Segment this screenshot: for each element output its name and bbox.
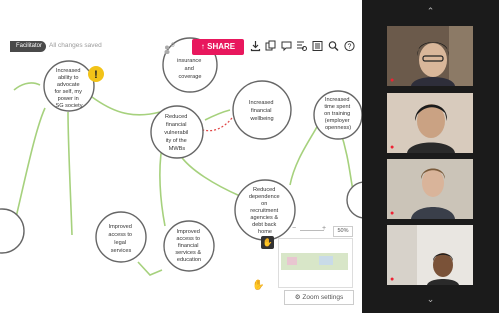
node-label: Reduced dependence on recruitment agenci…	[249, 187, 281, 235]
download-icon[interactable]	[250, 40, 261, 52]
node-label: Increased time spent on training (employ…	[324, 97, 352, 131]
minimap[interactable]	[278, 238, 353, 288]
participant-tile[interactable]: ●	[387, 26, 473, 86]
help-icon[interactable]: ?	[344, 40, 355, 52]
participant-tile[interactable]: ●	[387, 225, 473, 285]
connector	[204, 109, 231, 121]
mic-muted-icon: ●	[390, 144, 395, 151]
node-label: Improved access to financial services & …	[175, 229, 202, 263]
node-label: Increased financial wellbeing	[249, 100, 275, 122]
mic-muted-icon: ●	[390, 276, 395, 283]
comment-icon[interactable]	[281, 40, 292, 52]
zoom-in-button[interactable]: +	[322, 225, 326, 232]
participant-tile[interactable]: ●	[387, 93, 473, 153]
svg-text:?: ?	[348, 44, 352, 51]
zoom-settings-button[interactable]: ⚙ Zoom settings	[284, 290, 354, 305]
search-icon[interactable]	[328, 40, 339, 52]
mind-map-app: ! Increased ability to advocate for self…	[0, 0, 362, 313]
dashed-connector	[202, 117, 233, 132]
alert-symbol: !	[94, 69, 98, 81]
connector	[67, 111, 73, 236]
user-icon	[164, 41, 170, 54]
zoom-out-button[interactable]: −	[292, 225, 296, 232]
chevron-down-icon[interactable]: ⌄	[362, 294, 499, 305]
upload-icon: ↑	[200, 42, 205, 51]
connector	[91, 96, 161, 116]
hand-cursor-icon: ✋	[252, 280, 265, 291]
connector	[179, 154, 241, 197]
mic-muted-icon: ●	[390, 210, 395, 217]
save-status: All changes saved	[49, 42, 102, 49]
minimap-block	[287, 257, 297, 265]
share-button[interactable]: ↑ SHARE	[192, 39, 244, 55]
share-label: SHARE	[207, 42, 236, 51]
participant-tile[interactable]: ●	[387, 159, 473, 219]
gear-icon: ⚙	[294, 294, 301, 301]
facilitator-badge[interactable]: Facilitator	[10, 41, 47, 52]
hand-tool-icon[interactable]: ✋	[261, 236, 274, 249]
user-count: 0	[171, 42, 175, 49]
zoom-slider[interactable]	[300, 230, 324, 231]
connector	[137, 261, 163, 276]
connector	[13, 82, 41, 91]
chevron-up-icon[interactable]: ⌃	[362, 6, 499, 17]
zoom-percent: 50%	[333, 226, 353, 237]
list-icon[interactable]	[312, 40, 323, 52]
connector	[289, 124, 319, 186]
connector	[12, 107, 46, 231]
connector	[159, 146, 166, 227]
node-label: Increased ability to advocate for self, …	[55, 68, 84, 109]
map-node	[346, 181, 362, 219]
zoom-settings-label: Zoom settings	[302, 294, 344, 301]
copy-icon[interactable]	[265, 40, 276, 52]
minimap-block	[319, 256, 333, 265]
map-node	[0, 208, 25, 254]
mic-muted-icon: ●	[390, 77, 395, 84]
filter-icon[interactable]	[296, 40, 307, 52]
